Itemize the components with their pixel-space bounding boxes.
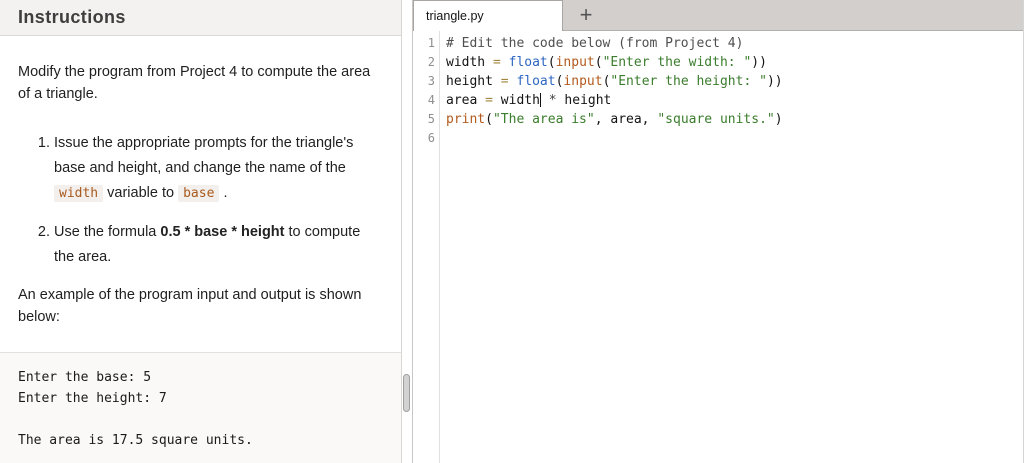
editor-body: 1 2 3 4 5 6 # Edit the code below (from Proje… <box>413 31 1023 463</box>
plus-icon: + <box>579 2 593 27</box>
line-number: 3 <box>427 74 435 88</box>
instruction-step: Issue the appropriate prompts for the tr… <box>54 131 383 206</box>
code-line: width = float(input("Enter the width: ")… <box>446 55 767 70</box>
editor-tab-bar: triangle.py + <box>413 0 1023 31</box>
code-line: height = float(input("Enter the height: … <box>446 74 783 89</box>
line-number: 2 <box>427 55 435 69</box>
code-line: print("The area is", area, "square units… <box>446 112 783 127</box>
line-number: 6 <box>427 131 435 145</box>
line-number-gutter: 1 2 3 4 5 6 <box>413 31 440 463</box>
code-editor-panel: triangle.py + 1 2 3 4 5 6 # Edit the code bel… <box>413 0 1024 463</box>
steps-list: Issue the appropriate prompts for the tr… <box>18 131 383 270</box>
example-output-line <box>18 409 401 430</box>
instructions-intro: Modify the program from Project 4 to com… <box>18 64 371 102</box>
instruction-step: Use the formula 0.5 * base * height to c… <box>54 220 383 270</box>
line-number: 1 <box>427 36 435 50</box>
example-output: Enter the base: 5 Enter the height: 7 The… <box>0 352 401 463</box>
instructions-title: Instructions <box>18 7 126 27</box>
instructions-header: Instructions <box>0 0 401 36</box>
instructions-panel: Instructions Modify the program from Pro… <box>0 0 402 463</box>
example-intro: An example of the program input and outp… <box>18 287 362 325</box>
code-area[interactable]: # Edit the code below (from Project 4) wi… <box>440 31 1023 463</box>
example-output-line: Enter the height: 7 <box>18 391 167 406</box>
example-output-line: Enter the base: 5 <box>18 370 152 385</box>
instructions-body: Modify the program from Project 4 to com… <box>0 36 401 352</box>
instructions-scrollbar <box>402 0 413 463</box>
line-number: 4 <box>427 93 435 107</box>
app-window: Instructions Modify the program from Pro… <box>0 0 1024 463</box>
line-number: 5 <box>427 112 435 126</box>
code-line: area = width * height <box>446 92 612 108</box>
example-output-line: The area is 17.5 square units. <box>18 433 253 448</box>
tab-label: triangle.py <box>426 9 484 23</box>
code-line: # Edit the code below (from Project 4) <box>446 36 744 51</box>
tab-triangle-py[interactable]: triangle.py <box>413 0 563 31</box>
scrollbar-thumb[interactable] <box>403 374 410 412</box>
new-tab-button[interactable]: + <box>563 0 609 30</box>
